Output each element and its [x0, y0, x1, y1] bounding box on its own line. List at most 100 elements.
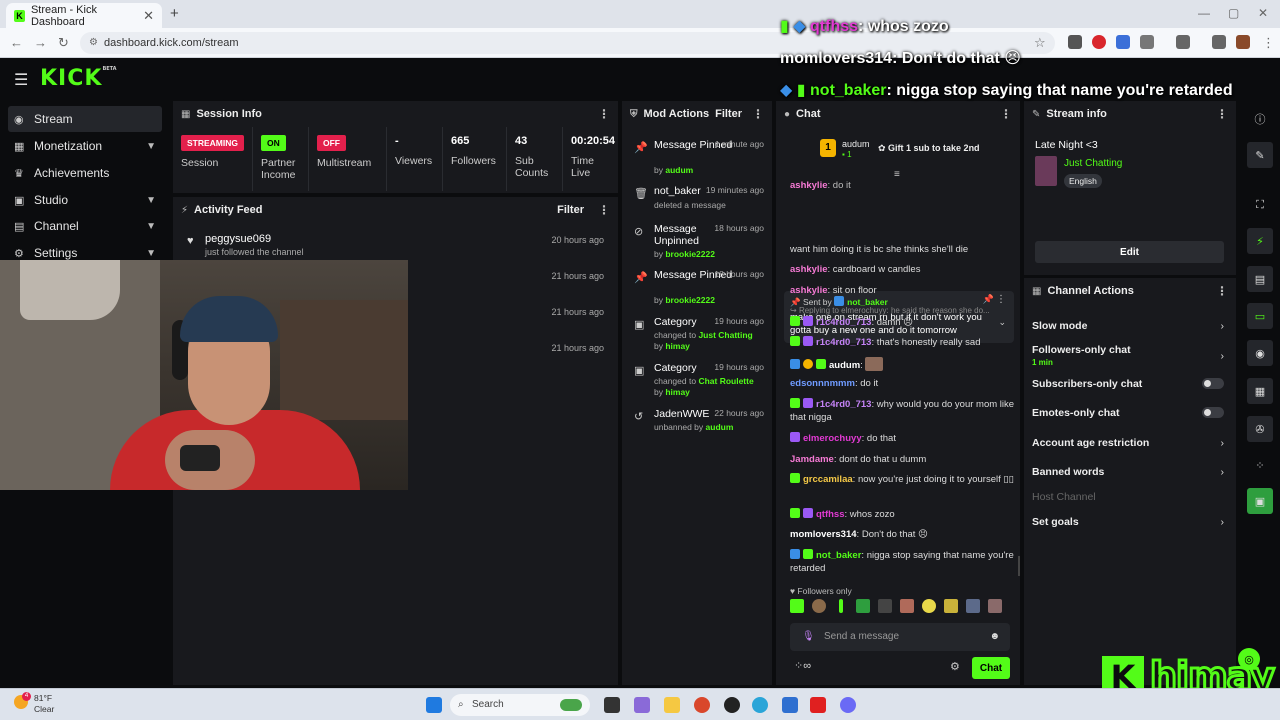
slow-mode-item[interactable]: Slow mode ›: [1032, 320, 1228, 332]
site-info-icon[interactable]: ⚙: [89, 32, 98, 54]
chat-username[interactable]: not_baker: [816, 550, 861, 561]
send-chat-button[interactable]: Chat: [972, 657, 1010, 679]
task-view-icon[interactable]: [604, 697, 620, 713]
emotes-only-toggle[interactable]: [1202, 407, 1224, 418]
info-icon[interactable]: ⓘ: [1247, 106, 1273, 132]
category-link[interactable]: Chat Roulette: [698, 376, 753, 386]
kick-logo[interactable]: KICKBETA: [40, 66, 117, 91]
mod-action-user[interactable]: brookie2222: [665, 295, 715, 305]
chat-username[interactable]: momlovers314: [790, 529, 857, 540]
plugin-icon[interactable]: ▣: [1247, 488, 1273, 514]
chat-username[interactable]: r1c4rd0_713: [816, 399, 871, 410]
emoji-icon[interactable]: ☻: [989, 623, 1000, 651]
emote-icon[interactable]: [988, 599, 1002, 613]
more-options-icon[interactable]: ⋮: [1216, 284, 1228, 298]
copilot-icon[interactable]: [634, 697, 650, 713]
translate-extension-icon[interactable]: [1116, 35, 1130, 49]
minimize-icon[interactable]: —: [1198, 6, 1210, 20]
edge-icon[interactable]: [752, 697, 768, 713]
media-icon[interactable]: [1212, 35, 1226, 49]
cast-icon[interactable]: [1176, 35, 1190, 49]
edit-stream-button[interactable]: Edit: [1035, 241, 1224, 263]
chrome-icon[interactable]: [694, 697, 710, 713]
more-options-icon[interactable]: ⋮: [598, 203, 610, 217]
category-link[interactable]: Just Chatting: [1064, 158, 1122, 169]
apps-icon[interactable]: ⁘: [1247, 452, 1273, 478]
broadcast-icon[interactable]: ◉: [1247, 340, 1273, 366]
chat-username[interactable]: ashkylie: [790, 285, 828, 296]
chat-settings-icon[interactable]: ⚙: [950, 660, 960, 673]
emote-icon[interactable]: [856, 599, 870, 613]
chat-tools-icon[interactable]: ⁘∞: [794, 659, 811, 672]
puzzle-icon[interactable]: [1140, 35, 1154, 49]
reload-icon[interactable]: ↻: [58, 35, 69, 51]
chat-icon[interactable]: ▭: [1247, 303, 1273, 329]
emote-icon[interactable]: [922, 599, 936, 613]
chat-username[interactable]: r1c4rd0_713: [816, 337, 871, 348]
mod-action-user[interactable]: himay: [665, 341, 690, 351]
more-options-icon[interactable]: ⋮: [1216, 107, 1228, 121]
discord-icon[interactable]: [840, 697, 856, 713]
sidebar-item-channel[interactable]: ▤ Channel ▼: [8, 213, 162, 239]
chat-username[interactable]: Jamdame: [790, 454, 834, 465]
emote-icon[interactable]: [944, 599, 958, 613]
mod-filter-button[interactable]: Filter: [715, 108, 742, 120]
chat-username[interactable]: qtfhss: [816, 509, 845, 520]
edit-icon[interactable]: ✎: [1247, 142, 1273, 168]
emote-icon[interactable]: [839, 599, 843, 613]
mod-action-user[interactable]: brookie2222: [665, 249, 715, 259]
more-options-icon[interactable]: ⋮: [752, 107, 764, 121]
emote-icon[interactable]: [812, 599, 826, 613]
taskbar-search[interactable]: ⌕ Search: [450, 694, 590, 716]
bookmark-star-icon[interactable]: ☆: [1034, 35, 1046, 51]
obs-icon[interactable]: [724, 697, 740, 713]
back-icon[interactable]: ←: [10, 35, 23, 50]
youtube-icon[interactable]: [810, 697, 826, 713]
profile-avatar[interactable]: [1236, 35, 1250, 49]
layout-icon[interactable]: ▦: [1247, 378, 1273, 404]
weather-widget[interactable]: 81°F Clear: [34, 693, 54, 715]
chat-username[interactable]: edsonnnmmm: [790, 378, 855, 389]
wrench-icon[interactable]: ✇: [1247, 416, 1273, 442]
emote-icon[interactable]: [790, 599, 804, 613]
chat-input[interactable]: 🎙 Send a message ☻: [790, 623, 1010, 651]
browser-tab[interactable]: K Stream - Kick Dashboard ✕: [6, 3, 162, 28]
mod-action-user[interactable]: audum: [665, 165, 693, 175]
mod-action-user[interactable]: audum: [706, 422, 734, 432]
gift-leaderboard[interactable]: 1 audum ▪ 1 ✿ Gift 1 sub to take 2nd: [816, 133, 1016, 163]
file-explorer-icon[interactable]: [664, 697, 680, 713]
mic-icon[interactable]: 🎙: [802, 623, 815, 651]
account-age-item[interactable]: Account age restriction ›: [1032, 437, 1228, 449]
browser-menu-icon[interactable]: ⋮: [1262, 35, 1275, 51]
store-icon[interactable]: [782, 697, 798, 713]
sidebar-item-studio[interactable]: ▣ Studio ▼: [8, 187, 162, 213]
chat-username[interactable]: audum: [829, 360, 860, 371]
close-window-icon[interactable]: ✕: [1258, 6, 1268, 20]
emote-icon[interactable]: [878, 599, 892, 613]
close-tab-icon[interactable]: ✕: [143, 8, 154, 24]
fullscreen-icon[interactable]: ⛶: [1247, 192, 1273, 218]
emote-icon[interactable]: [966, 599, 980, 613]
subscribers-only-toggle[interactable]: [1202, 378, 1224, 389]
new-tab-button[interactable]: +: [170, 5, 179, 22]
maximize-icon[interactable]: ▢: [1228, 6, 1239, 20]
forward-icon[interactable]: →: [34, 35, 47, 50]
hamburger-menu-icon[interactable]: ☰: [14, 70, 28, 90]
windows-start-icon[interactable]: [426, 697, 442, 713]
activity-user[interactable]: peggysue069: [205, 233, 271, 245]
chat-username[interactable]: grccamilaa: [803, 474, 853, 485]
sidebar-item-monetization[interactable]: ▦ Monetization ▼: [8, 133, 162, 159]
chat-username[interactable]: ashkylie: [790, 180, 828, 191]
sidebar-item-stream[interactable]: ◉ Stream: [8, 106, 162, 132]
more-options-icon[interactable]: ⋮: [598, 107, 610, 121]
chat-username[interactable]: r1c4rd0_713: [816, 317, 871, 328]
activity-filter-button[interactable]: Filter: [557, 204, 584, 216]
chat-scrollbar[interactable]: [1018, 556, 1020, 576]
set-goals-item[interactable]: Set goals ›: [1032, 516, 1228, 528]
adblock-extension-icon[interactable]: [1092, 35, 1106, 49]
queue-icon[interactable]: ▤: [1247, 266, 1273, 292]
extension-icon[interactable]: [1068, 35, 1082, 49]
chat-username[interactable]: ashkylie: [790, 264, 828, 275]
category-link[interactable]: Just Chatting: [698, 330, 752, 340]
emote-icon[interactable]: [900, 599, 914, 613]
